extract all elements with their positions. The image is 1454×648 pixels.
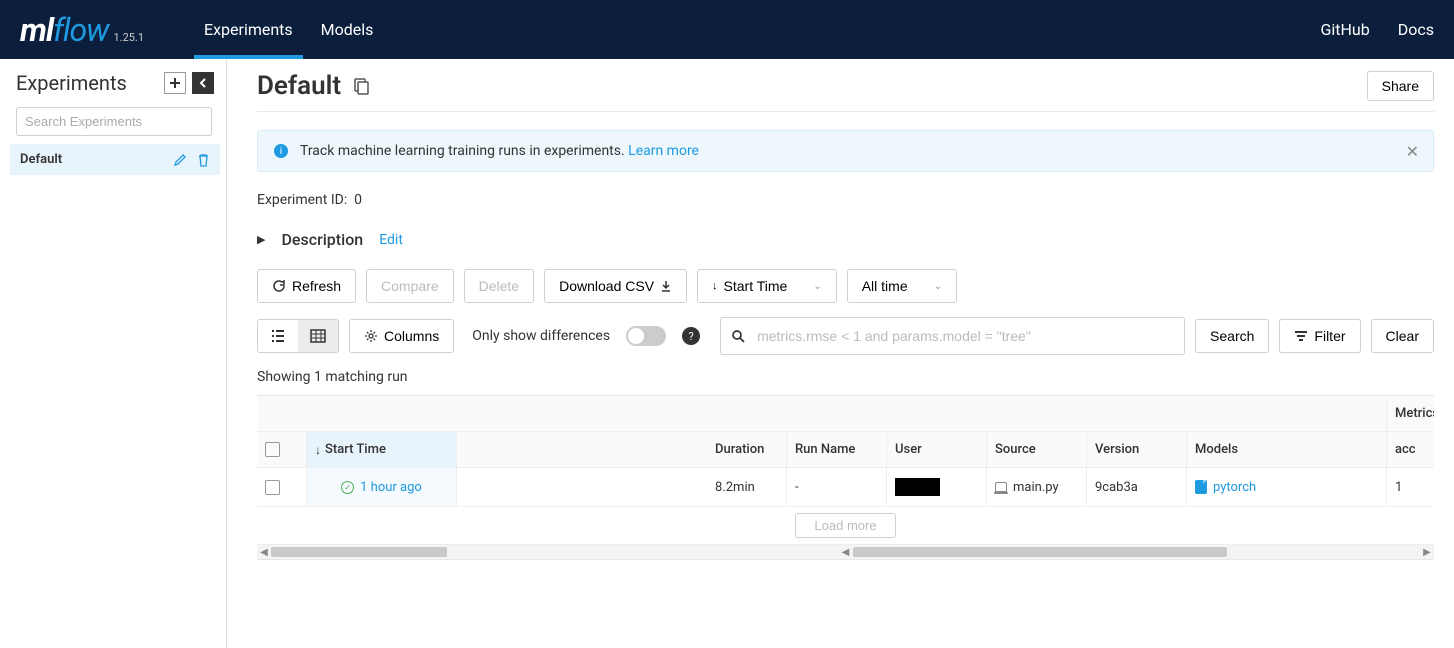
logo-ml: ml <box>20 11 53 49</box>
search-runs-input[interactable] <box>757 328 1174 344</box>
tab-models[interactable]: Models <box>321 0 374 59</box>
logo-version: 1.25.1 <box>113 31 144 44</box>
toolbar-primary: Refresh Compare Delete Download CSV ↓Sta… <box>257 269 1434 303</box>
cell-spacer <box>457 468 707 507</box>
top-header: mlflow 1.25.1 Experiments Models GitHub … <box>0 0 1454 59</box>
col-user[interactable]: User <box>887 432 987 468</box>
sidebar-title: Experiments <box>16 71 127 95</box>
toolbar-secondary: Columns Only show differences ? Search F… <box>257 317 1434 355</box>
cell-version: 9cab3a <box>1087 468 1187 507</box>
sidebar-item-label: Default <box>20 152 62 167</box>
col-source[interactable]: Source <box>987 432 1087 468</box>
col-spacer <box>457 432 707 468</box>
experiment-id-row: Experiment ID: 0 <box>257 192 1434 208</box>
page-title: Default <box>257 71 341 101</box>
description-label: Description <box>281 230 363 249</box>
grid-icon <box>310 329 326 343</box>
laptop-icon <box>995 482 1007 492</box>
info-banner: i Track machine learning training runs i… <box>257 130 1434 172</box>
list-icon <box>270 329 286 343</box>
copy-icon[interactable] <box>351 77 369 95</box>
delete-button: Delete <box>464 269 534 303</box>
nav-tabs: Experiments Models <box>204 0 373 59</box>
refresh-button[interactable]: Refresh <box>257 269 356 303</box>
help-icon[interactable]: ? <box>682 327 700 345</box>
download-csv-button[interactable]: Download CSV <box>544 269 687 303</box>
col-duration[interactable]: Duration <box>707 432 787 468</box>
col-start-time[interactable]: ↓Start Time <box>307 432 457 468</box>
row-checkbox[interactable] <box>257 468 307 507</box>
close-icon[interactable]: ✕ <box>1406 142 1419 161</box>
view-toggle <box>257 319 339 353</box>
file-icon <box>1195 480 1207 494</box>
download-icon <box>660 280 672 292</box>
time-range-select[interactable]: All time⌄ <box>847 269 957 303</box>
load-more-button: Load more <box>795 513 895 538</box>
status-ok-icon: ✓ <box>341 481 354 494</box>
col-group-blank <box>257 396 1387 432</box>
cell-start-time[interactable]: ✓ 1 hour ago <box>307 468 457 507</box>
cell-models[interactable]: pytorch <box>1187 468 1387 507</box>
clear-button[interactable]: Clear <box>1371 319 1434 353</box>
cell-user <box>887 468 987 507</box>
link-github[interactable]: GitHub <box>1320 20 1369 39</box>
cell-acc: 1 <box>1387 468 1434 507</box>
plus-icon <box>169 77 181 89</box>
cell-source[interactable]: main.py <box>987 468 1087 507</box>
refresh-icon <box>272 279 286 293</box>
filter-icon <box>1294 330 1308 342</box>
only-diff-toggle[interactable] <box>626 326 666 346</box>
main-content: Default Share i Track machine learning t… <box>227 59 1454 648</box>
col-run-name[interactable]: Run Name <box>787 432 887 468</box>
sidebar: Experiments Default <box>0 59 227 648</box>
col-models[interactable]: Models <box>1187 432 1387 468</box>
sidebar-item-default[interactable]: Default <box>10 144 220 175</box>
link-docs[interactable]: Docs <box>1398 20 1434 39</box>
list-view-button[interactable] <box>258 320 298 352</box>
filter-button[interactable]: Filter <box>1279 319 1360 353</box>
gear-icon <box>364 329 378 343</box>
header-right: GitHub Docs <box>1320 20 1434 39</box>
columns-button[interactable]: Columns <box>349 319 454 353</box>
search-icon <box>731 329 745 343</box>
grid-view-button[interactable] <box>298 320 338 352</box>
caret-right-icon[interactable]: ▶ <box>257 233 265 246</box>
collapse-sidebar-button[interactable] <box>192 72 214 94</box>
hscroll-top[interactable]: ◀ ◀ ▶ <box>257 545 1434 559</box>
start-time-select[interactable]: ↓Start Time⌄ <box>697 269 837 303</box>
col-acc[interactable]: acc <box>1387 432 1434 468</box>
share-button[interactable]: Share <box>1367 71 1434 101</box>
chevron-left-icon <box>198 78 208 88</box>
search-button[interactable]: Search <box>1195 319 1269 353</box>
runs-table: Metrics › ↓Start Time Duration Run Name … <box>257 395 1434 560</box>
pencil-icon[interactable] <box>173 153 187 167</box>
add-experiment-button[interactable] <box>164 72 186 94</box>
logo: mlflow 1.25.1 <box>20 11 144 49</box>
search-experiments-input[interactable] <box>16 107 212 136</box>
col-group-metrics[interactable]: Metrics › <box>1387 396 1434 432</box>
showing-count: Showing 1 matching run <box>257 369 1434 385</box>
col-version[interactable]: Version <box>1087 432 1187 468</box>
only-diff-label: Only show differences <box>472 328 610 344</box>
load-more-row: Load more <box>257 507 1434 545</box>
edit-description-link[interactable]: Edit <box>379 232 403 248</box>
cell-duration: 8.2min <box>707 468 787 507</box>
info-icon: i <box>274 144 288 158</box>
logo-flow: flow <box>53 11 108 49</box>
col-checkbox[interactable] <box>257 432 307 468</box>
learn-more-link[interactable]: Learn more <box>628 143 699 159</box>
search-box <box>720 317 1185 355</box>
banner-text: Track machine learning training runs in … <box>300 143 699 159</box>
trash-icon[interactable] <box>197 153 210 167</box>
tab-experiments[interactable]: Experiments <box>204 0 293 59</box>
cell-run-name: - <box>787 468 887 507</box>
compare-button: Compare <box>366 269 454 303</box>
